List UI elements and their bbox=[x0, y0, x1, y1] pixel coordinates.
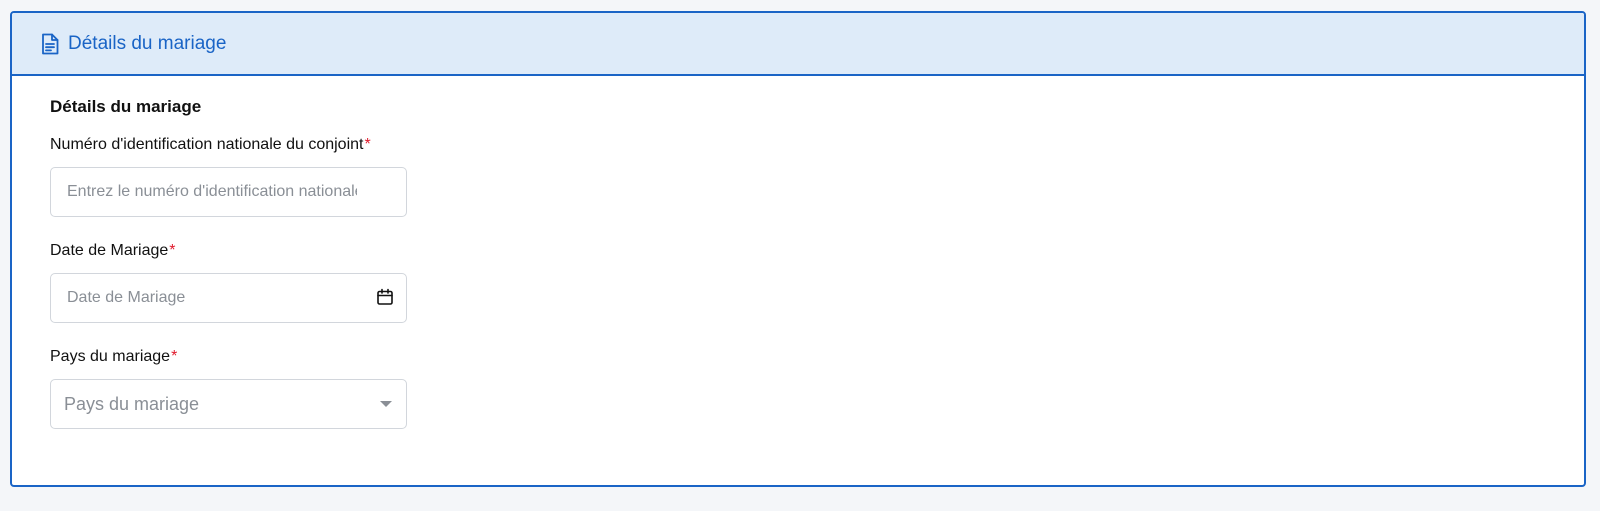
required-mark: * bbox=[171, 348, 178, 365]
required-mark: * bbox=[364, 136, 371, 153]
spouse-id-label-text: Numéro d'identification nationale du con… bbox=[50, 136, 364, 153]
required-mark: * bbox=[169, 242, 176, 259]
spouse-id-label: Numéro d'identification nationale du con… bbox=[50, 137, 1584, 153]
marriage-country-placeholder: Pays du mariage bbox=[64, 393, 200, 414]
spouse-id-input[interactable] bbox=[51, 168, 357, 216]
card-header: Détails du mariage bbox=[12, 13, 1584, 76]
marriage-details-card: Détails du mariage Détails du mariage Nu… bbox=[10, 11, 1586, 487]
section-title: Détails du mariage bbox=[50, 97, 202, 116]
card-body: Détails du mariage Numéro d'identificati… bbox=[12, 76, 1584, 429]
marriage-date-label: Date de Mariage* bbox=[50, 243, 1584, 259]
marriage-date-field bbox=[50, 273, 407, 323]
marriage-country-select[interactable]: Pays du mariage bbox=[50, 379, 407, 429]
chevron-down-icon[interactable] bbox=[380, 401, 392, 407]
marriage-date-input[interactable] bbox=[51, 274, 357, 322]
spouse-id-field bbox=[50, 167, 407, 217]
marriage-date-label-text: Date de Mariage bbox=[50, 242, 169, 259]
card-header-title: Détails du mariage bbox=[68, 33, 227, 54]
marriage-country-label: Pays du mariage* bbox=[50, 349, 1584, 365]
marriage-country-label-text: Pays du mariage bbox=[50, 348, 171, 365]
calendar-icon[interactable] bbox=[376, 288, 394, 306]
file-text-icon bbox=[40, 33, 60, 55]
